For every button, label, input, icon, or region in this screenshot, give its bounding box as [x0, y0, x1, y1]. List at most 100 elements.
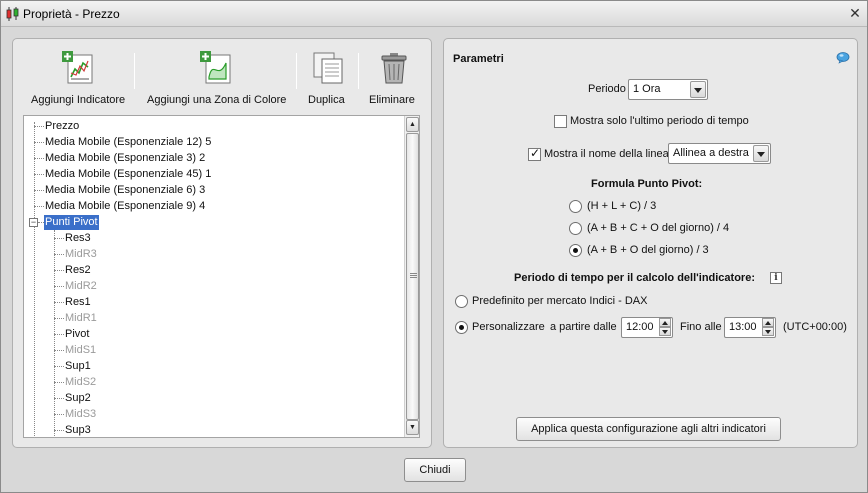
- scroll-up-icon[interactable]: ▲: [406, 117, 419, 132]
- add-indicator-label: Aggiungi Indicatore: [31, 94, 126, 106]
- line-align-select[interactable]: Allinea a destra: [668, 143, 771, 164]
- tree-connector: [34, 142, 44, 143]
- tree-child-item[interactable]: MidR3: [64, 247, 98, 262]
- to-time-value: 13:00: [729, 321, 757, 333]
- tree-connector: [54, 302, 64, 303]
- tree-child-item[interactable]: Sup3: [64, 423, 92, 437]
- tree-child-item[interactable]: Res3: [64, 231, 92, 246]
- tree-connector: [54, 382, 64, 383]
- tree-connector: [54, 254, 64, 255]
- add-indicator-icon: [61, 51, 92, 84]
- calc-period-title: Periodo di tempo per il calcolo dell'ind…: [514, 272, 755, 284]
- grip-line: [410, 273, 417, 274]
- grip-line: [410, 277, 417, 278]
- tree-connector: [34, 122, 35, 436]
- duplicate-icon: [313, 52, 343, 84]
- only-last-period-label: Mostra solo l'ultimo periodo di tempo: [570, 115, 749, 127]
- tree-child-item[interactable]: MidS3: [64, 407, 97, 422]
- tree-connector: [34, 126, 44, 127]
- pivot-formula-title: Formula Punto Pivot:: [591, 178, 703, 190]
- chevron-down-icon: [690, 81, 706, 98]
- add-color-zone-label: Aggiungi una Zona di Colore: [147, 94, 287, 106]
- add-indicator-button[interactable]: Aggiungi Indicatore: [31, 51, 126, 106]
- period-value: 1 Ora: [633, 83, 661, 95]
- indicator-tree[interactable]: Prezzo Media Mobile (Esponenziale 12) 5 …: [23, 115, 420, 438]
- window-title: Proprietà - Prezzo: [23, 7, 120, 21]
- toolbar-separator: [296, 53, 297, 89]
- duplicate-button[interactable]: Duplica: [308, 51, 348, 106]
- tree-item[interactable]: Media Mobile (Esponenziale 9) 4: [44, 199, 206, 214]
- tree-child-item[interactable]: MidS2: [64, 375, 97, 390]
- tree-connector: [54, 350, 64, 351]
- period-label: Periodo: [588, 83, 626, 95]
- collapse-icon[interactable]: −: [29, 218, 38, 227]
- tree-connector: [54, 366, 64, 367]
- tree-item[interactable]: Media Mobile (Esponenziale 12) 5: [44, 135, 212, 150]
- timezone-label: (UTC+00:00): [783, 321, 847, 333]
- show-line-name-label: Mostra il nome della linea: [544, 148, 669, 160]
- spin-down-icon[interactable]: [762, 327, 774, 336]
- delete-label: Eliminare: [369, 94, 415, 106]
- spin-down-icon[interactable]: [659, 327, 671, 336]
- apply-to-all-button[interactable]: Applica questa configurazione agli altri…: [516, 417, 781, 441]
- toolbar-separator: [134, 53, 135, 89]
- scroll-thumb[interactable]: [406, 133, 419, 420]
- tree-connector: [54, 414, 64, 415]
- line-align-value: Allinea a destra: [673, 147, 749, 159]
- formula-radio-hlc[interactable]: [569, 200, 582, 213]
- trash-icon: [381, 53, 407, 84]
- add-color-zone-icon: [200, 51, 231, 84]
- tree-child-item[interactable]: Sup1: [64, 359, 92, 374]
- custom-period-radio[interactable]: [455, 321, 468, 334]
- tree-item[interactable]: Prezzo: [44, 119, 80, 134]
- spin-up-icon[interactable]: [762, 318, 774, 327]
- tree-connector: [54, 398, 64, 399]
- indicators-panel: Aggiungi Indicatore Aggiungi una Zona di…: [12, 38, 432, 448]
- formula-radio-abco[interactable]: [569, 222, 582, 235]
- tree-connector: [54, 270, 64, 271]
- default-market-radio[interactable]: [455, 295, 468, 308]
- properties-window: Proprietà - Prezzo ✕ Aggiungi Indicatore: [0, 0, 868, 493]
- tree-connector: [34, 206, 44, 207]
- formula-label: (A + B + O del giorno) / 3: [587, 244, 709, 256]
- info-icon[interactable]: i: [770, 272, 782, 284]
- tree-child-item[interactable]: MidR2: [64, 279, 98, 294]
- from-label: a partire dalle: [550, 321, 617, 333]
- tree-child-item[interactable]: MidR1: [64, 311, 98, 326]
- tree-item[interactable]: Media Mobile (Esponenziale 45) 1: [44, 167, 212, 182]
- show-line-name-checkbox[interactable]: [528, 146, 541, 161]
- tree-connector: [54, 238, 64, 239]
- tree-child-item[interactable]: Res2: [64, 263, 92, 278]
- title-bar: Proprietà - Prezzo ✕: [1, 1, 867, 27]
- tree-item[interactable]: Media Mobile (Esponenziale 6) 3: [44, 183, 206, 198]
- to-time-spinner[interactable]: 13:00: [724, 317, 776, 338]
- toolbar-separator: [358, 53, 359, 89]
- from-time-spinner[interactable]: 12:00: [621, 317, 673, 338]
- duplicate-label: Duplica: [308, 94, 345, 106]
- tree-item-selected[interactable]: Punti Pivot: [44, 215, 99, 230]
- only-last-period-checkbox[interactable]: [554, 115, 567, 128]
- candlestick-chart-icon: [6, 7, 19, 21]
- tree-child-item[interactable]: Sup2: [64, 391, 92, 406]
- parameters-title: Parametri: [453, 53, 504, 65]
- tree-scrollbar[interactable]: ▲ ▼: [404, 116, 419, 437]
- period-select[interactable]: 1 Ora: [628, 79, 708, 100]
- tree-connector: [34, 158, 44, 159]
- tree-item[interactable]: Media Mobile (Esponenziale 3) 2: [44, 151, 206, 166]
- tree-connector: [54, 334, 64, 335]
- delete-button[interactable]: Eliminare: [369, 51, 419, 106]
- formula-radio-abo[interactable]: [569, 244, 582, 257]
- help-bubble-icon[interactable]: [836, 52, 850, 64]
- tree-child-item[interactable]: MidS1: [64, 343, 97, 358]
- scroll-down-icon[interactable]: ▼: [406, 420, 419, 435]
- formula-label: (A + B + C + O del giorno) / 4: [587, 222, 730, 234]
- add-color-zone-button[interactable]: Aggiungi una Zona di Colore: [147, 51, 287, 106]
- tree-child-item[interactable]: Pivot: [64, 327, 90, 342]
- from-time-value: 12:00: [626, 321, 654, 333]
- spin-up-icon[interactable]: [659, 318, 671, 327]
- tree-child-item[interactable]: Res1: [64, 295, 92, 310]
- tree-connector: [54, 318, 64, 319]
- close-window-icon[interactable]: ✕: [847, 5, 863, 21]
- close-button[interactable]: Chiudi: [404, 458, 466, 482]
- grip-line: [410, 275, 417, 276]
